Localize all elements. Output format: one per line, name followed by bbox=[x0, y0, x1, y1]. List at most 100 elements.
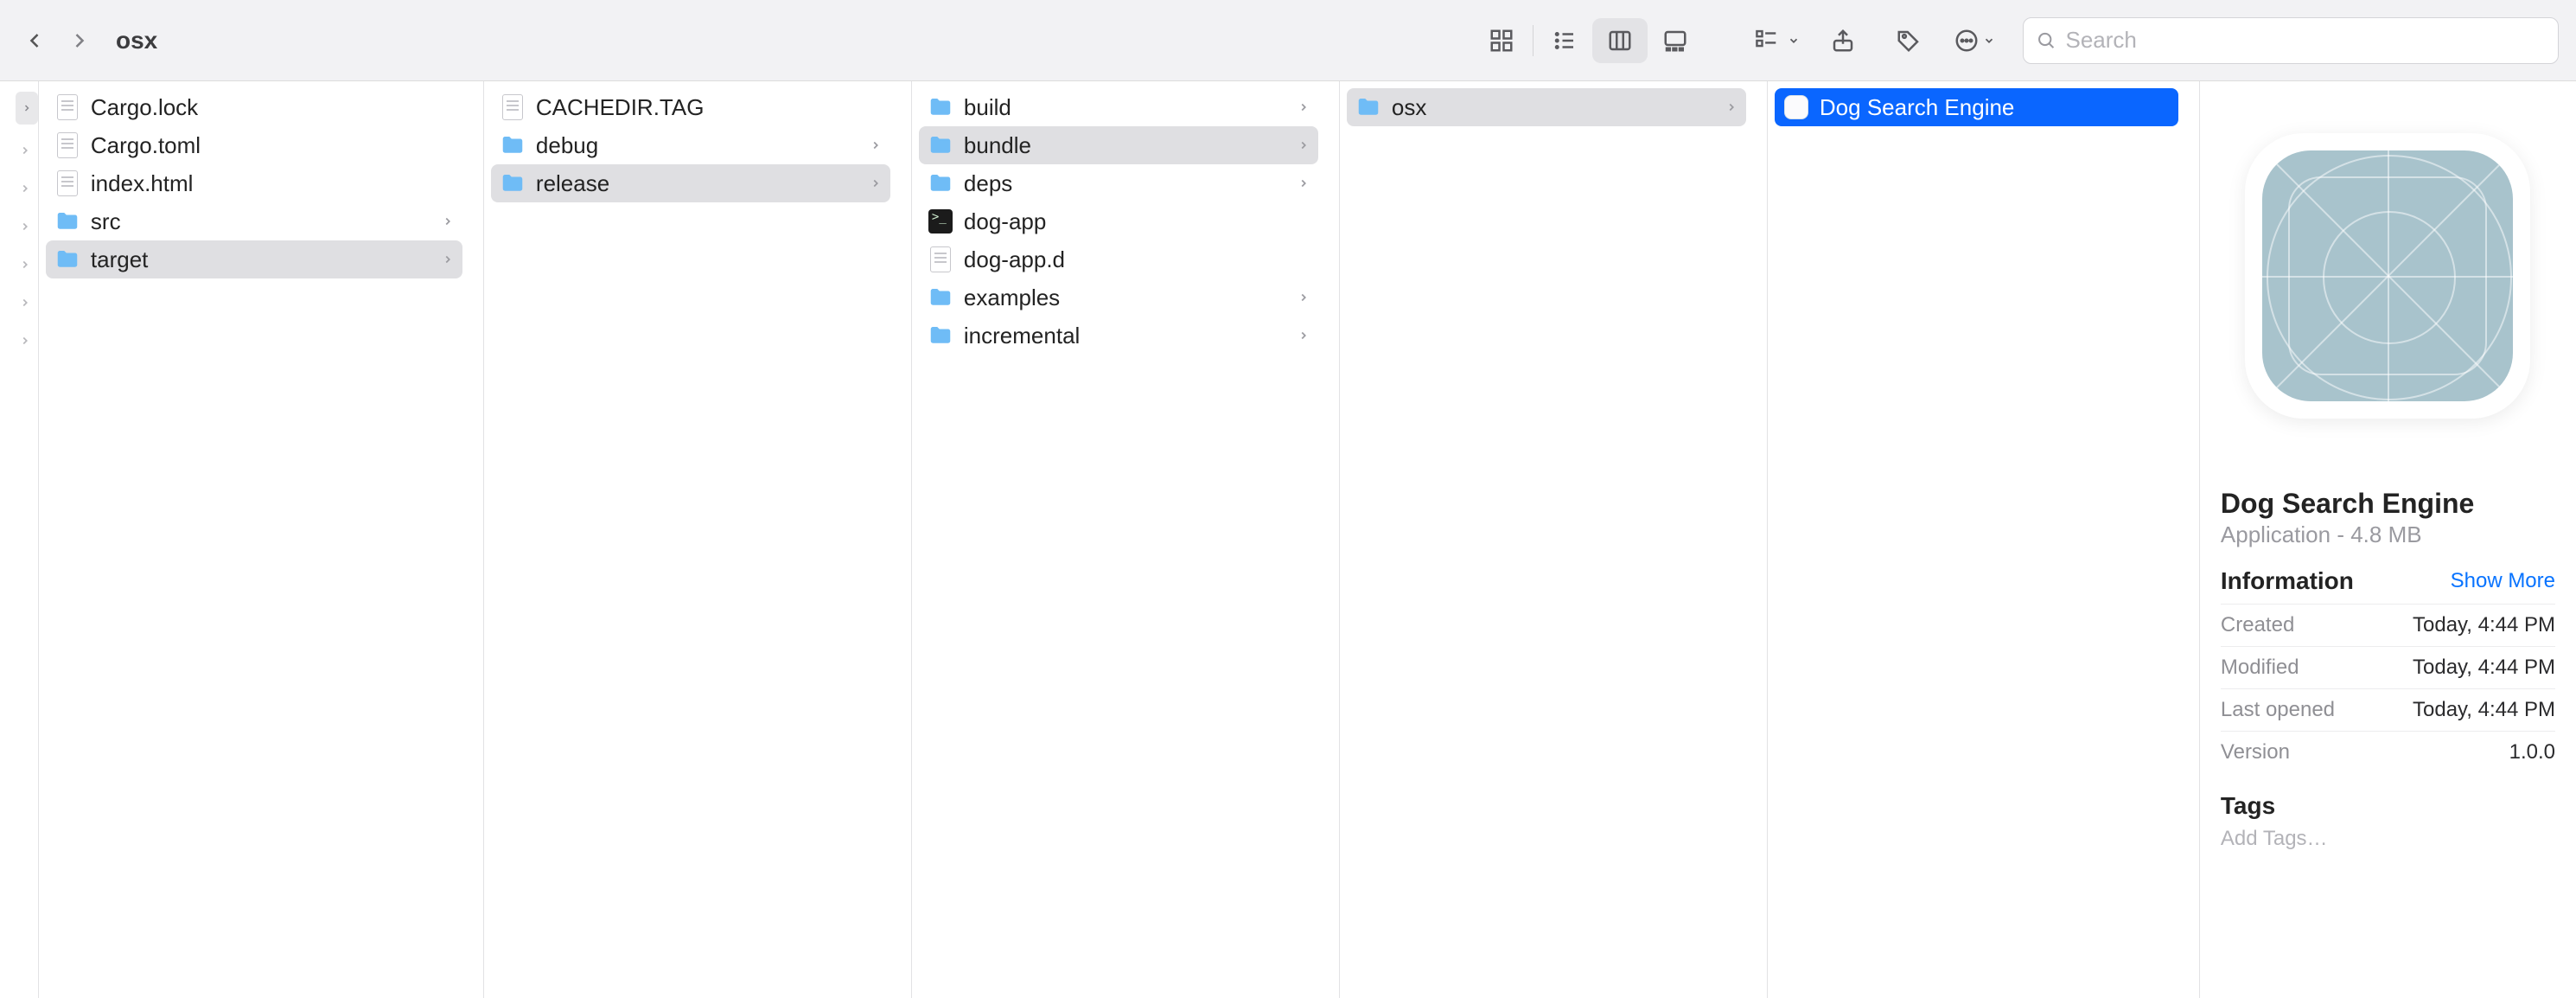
file-row[interactable]: incremental bbox=[919, 317, 1318, 355]
folder-icon bbox=[928, 170, 953, 196]
search-field[interactable] bbox=[2023, 17, 2559, 64]
preview-info-key: Created bbox=[2221, 613, 2294, 637]
preview-info-value: 1.0.0 bbox=[2509, 740, 2555, 764]
preview-tags-header: Tags bbox=[2221, 792, 2555, 820]
preview-title: Dog Search Engine bbox=[2221, 488, 2555, 520]
toolbar: osx bbox=[0, 0, 2576, 81]
chevron-right-icon bbox=[870, 139, 882, 151]
file-row[interactable]: target bbox=[46, 240, 462, 278]
preview-info-row: Modified Today, 4:44 PM bbox=[2221, 646, 2555, 688]
file-name: bundle bbox=[964, 132, 1287, 159]
file-name: release bbox=[536, 170, 859, 197]
view-gallery-button[interactable] bbox=[1648, 18, 1703, 63]
group-by-button[interactable] bbox=[1750, 18, 1805, 63]
file-row[interactable]: deps bbox=[919, 164, 1318, 202]
preview-info-value: Today, 4:44 PM bbox=[2413, 698, 2555, 722]
file-row[interactable]: build bbox=[919, 88, 1318, 126]
file-row[interactable]: Cargo.toml bbox=[46, 126, 462, 164]
folder-icon bbox=[500, 170, 526, 196]
folder-icon bbox=[500, 132, 526, 158]
folder-icon bbox=[928, 94, 953, 120]
preview-info-value: Today, 4:44 PM bbox=[2413, 656, 2555, 680]
file-name: osx bbox=[1392, 94, 1715, 121]
sidebar-disclosure[interactable] bbox=[12, 170, 38, 208]
file-row[interactable]: examples bbox=[919, 278, 1318, 317]
document-icon bbox=[54, 94, 80, 120]
file-row[interactable]: debug bbox=[491, 126, 890, 164]
column-release: build bundle deps dog-app dog-app.d examples i… bbox=[912, 81, 1340, 998]
preview-icon bbox=[2221, 81, 2555, 488]
file-row[interactable]: bundle bbox=[919, 126, 1318, 164]
chevron-right-icon bbox=[1298, 329, 1310, 342]
file-row[interactable]: osx bbox=[1347, 88, 1746, 126]
chevron-right-icon bbox=[442, 215, 454, 227]
preview-pane: Dog Search Engine Application - 4.8 MB I… bbox=[2200, 81, 2576, 998]
file-row[interactable]: CACHEDIR.TAG bbox=[491, 88, 890, 126]
preview-info-row: Version 1.0.0 bbox=[2221, 731, 2555, 773]
folder-icon bbox=[54, 208, 80, 234]
file-row[interactable]: dog-app bbox=[919, 202, 1318, 240]
share-button[interactable] bbox=[1815, 18, 1871, 63]
search-input[interactable] bbox=[2065, 27, 2546, 54]
preview-info-key: Modified bbox=[2221, 656, 2299, 680]
file-row[interactable]: src bbox=[46, 202, 462, 240]
preview-info-key: Version bbox=[2221, 740, 2290, 764]
sidebar-disclosure[interactable] bbox=[12, 322, 38, 360]
column-browser: Cargo.lockCargo.tomlindex.htmlsrctargetC… bbox=[39, 81, 2200, 998]
file-row[interactable]: Dog Search Engine bbox=[1775, 88, 2178, 126]
file-name: dog-app.d bbox=[964, 246, 1310, 273]
app-icon bbox=[1783, 95, 1809, 119]
content-area: Cargo.lockCargo.tomlindex.htmlsrctargetC… bbox=[0, 81, 2576, 998]
chevron-right-icon bbox=[442, 253, 454, 265]
chevron-right-icon bbox=[1298, 291, 1310, 304]
more-actions-button[interactable] bbox=[1947, 18, 2002, 63]
view-list-button[interactable] bbox=[1537, 18, 1592, 63]
search-icon bbox=[2036, 29, 2056, 52]
file-name: CACHEDIR.TAG bbox=[536, 94, 882, 121]
chevron-right-icon bbox=[1298, 101, 1310, 113]
file-name: debug bbox=[536, 132, 859, 159]
file-row[interactable]: Cargo.lock bbox=[46, 88, 462, 126]
folder-icon bbox=[1355, 94, 1381, 120]
document-icon bbox=[54, 132, 80, 158]
file-name: incremental bbox=[964, 323, 1287, 349]
preview-info-row: Last opened Today, 4:44 PM bbox=[2221, 688, 2555, 731]
file-name: index.html bbox=[91, 170, 454, 197]
preview-info-key: Last opened bbox=[2221, 698, 2335, 722]
preview-info-row: Created Today, 4:44 PM bbox=[2221, 604, 2555, 646]
sidebar-disclosure[interactable] bbox=[12, 246, 38, 284]
column-root: Cargo.lockCargo.toml index.html src target bbox=[39, 81, 484, 998]
forward-button[interactable] bbox=[62, 23, 97, 58]
chevron-right-icon bbox=[1298, 177, 1310, 189]
sidebar-disclosure[interactable] bbox=[12, 284, 38, 322]
file-row[interactable]: release bbox=[491, 164, 890, 202]
view-icons-button[interactable] bbox=[1474, 18, 1529, 63]
show-more-button[interactable]: Show More bbox=[2451, 569, 2555, 593]
file-name: Dog Search Engine bbox=[1820, 94, 2170, 121]
sidebar-disclosure[interactable] bbox=[12, 131, 38, 170]
folder-icon bbox=[928, 132, 953, 158]
file-name: dog-app bbox=[964, 208, 1310, 235]
view-columns-button[interactable] bbox=[1592, 18, 1648, 63]
sidebar-disclosure[interactable] bbox=[12, 208, 38, 246]
column-osx: Dog Search Engine bbox=[1768, 81, 2200, 998]
folder-icon bbox=[928, 323, 953, 349]
add-tags-field[interactable]: Add Tags… bbox=[2221, 827, 2555, 851]
tag-button[interactable] bbox=[1881, 18, 1936, 63]
chevron-right-icon bbox=[1725, 101, 1738, 113]
executable-icon bbox=[928, 209, 953, 234]
preview-subtitle: Application - 4.8 MB bbox=[2221, 521, 2555, 548]
sidebar-collapsed bbox=[0, 81, 39, 998]
file-name: src bbox=[91, 208, 431, 235]
file-row[interactable]: dog-app.d bbox=[919, 240, 1318, 278]
preview-info-value: Today, 4:44 PM bbox=[2413, 613, 2555, 637]
sidebar-expand-handle[interactable] bbox=[16, 92, 38, 125]
folder-icon bbox=[54, 246, 80, 272]
preview-info-header: Information bbox=[2221, 567, 2354, 595]
file-row[interactable]: index.html bbox=[46, 164, 462, 202]
column-bundle: osx bbox=[1340, 81, 1768, 998]
file-name: deps bbox=[964, 170, 1287, 197]
back-button[interactable] bbox=[17, 23, 52, 58]
document-icon bbox=[54, 170, 80, 196]
chevron-right-icon bbox=[870, 177, 882, 189]
